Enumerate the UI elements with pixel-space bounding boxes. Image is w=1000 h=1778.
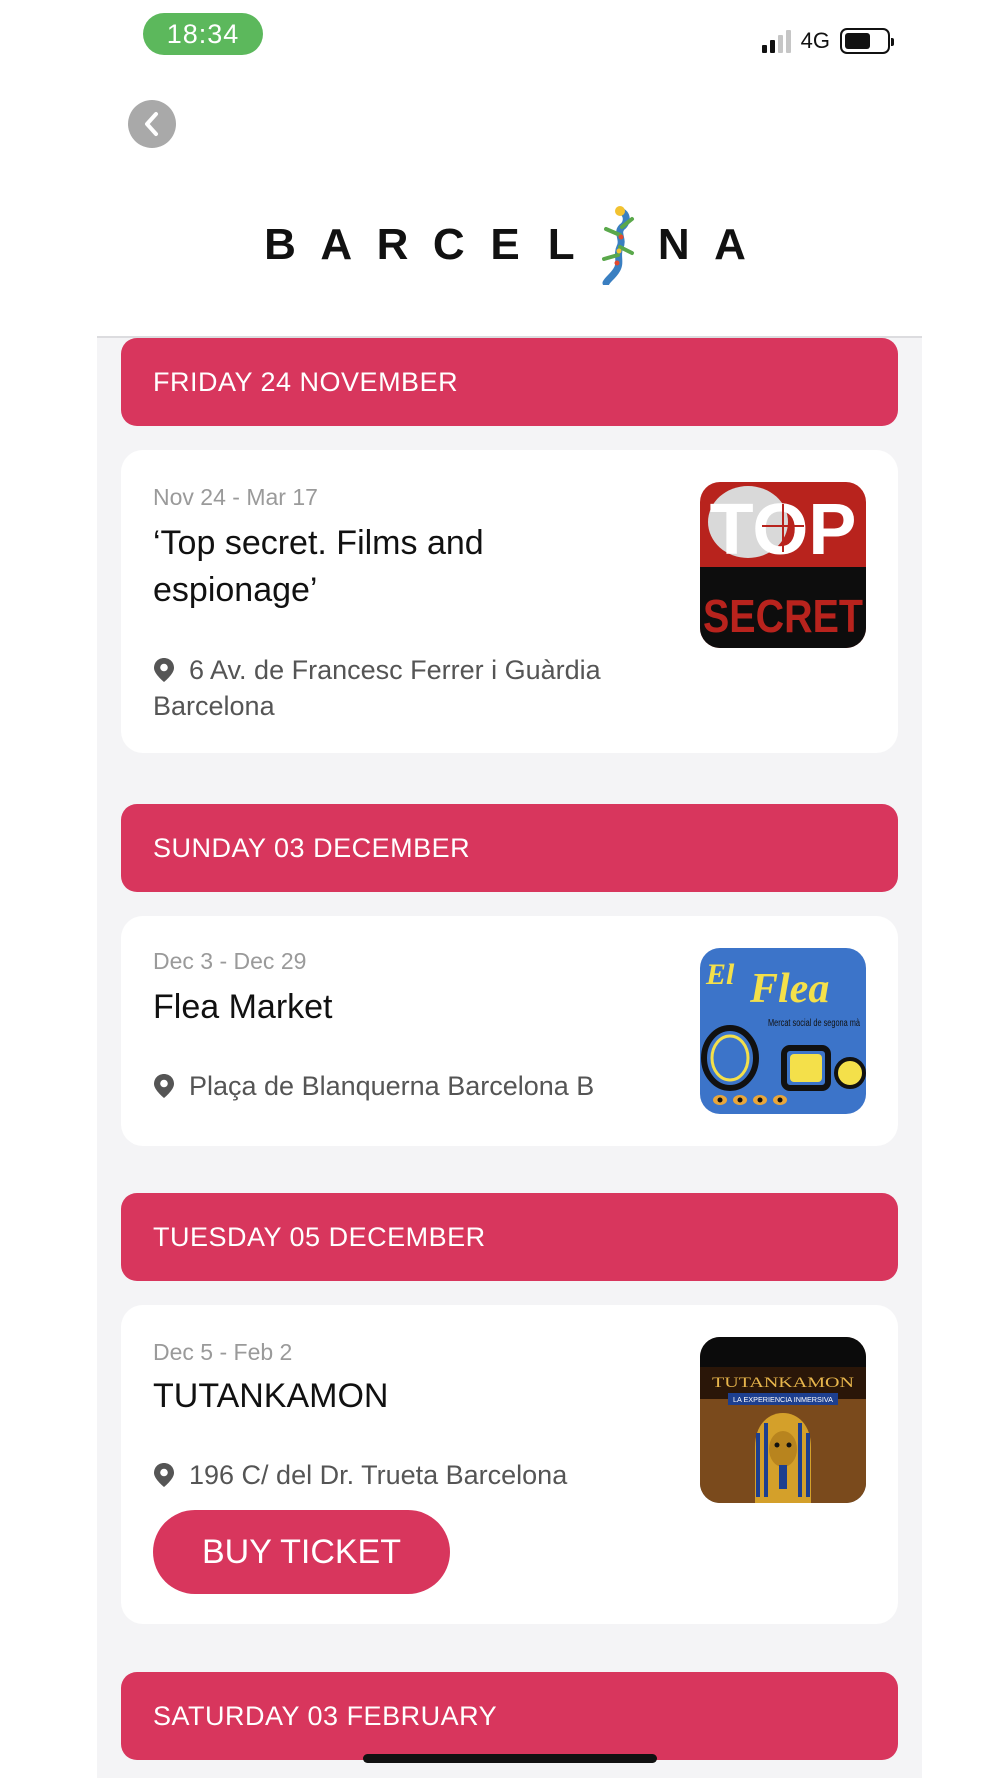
event-dates: Nov 24 - Mar 17 [153, 484, 318, 510]
logo-letter: E [490, 220, 520, 269]
event-card-tutankamon[interactable]: Dec 5 - Feb 2 TUTANKAMON 196 C/ del Dr. … [121, 1305, 898, 1624]
logo-letter: L [547, 220, 575, 269]
event-title: TUTANKAMON [153, 1377, 389, 1415]
chevron-left-icon [145, 112, 158, 136]
logo-letter: B [264, 220, 296, 269]
location-pin-icon [154, 1074, 174, 1098]
event-title: Flea Market [153, 988, 333, 1026]
event-location: 6 Av. de Francesc Ferrer i Guàrdia Barce… [153, 652, 653, 724]
poster-text-secret: SECRET [703, 590, 863, 642]
status-time: 18:34 [143, 13, 263, 55]
event-card-top-secret[interactable]: Nov 24 - Mar 17 ‘Top secret. Films and e… [121, 450, 898, 753]
event-location: Plaça de Blanquerna Barcelona B [153, 1068, 653, 1104]
buy-ticket-button[interactable]: BUY TICKET [153, 1510, 450, 1594]
back-button[interactable] [128, 100, 176, 148]
tutankamon-poster: TUTANKAMON LA EXPERIENCIA INMERSIVA [700, 1337, 866, 1503]
event-location-text: 6 Av. de Francesc Ferrer i Guàrdia Barce… [153, 655, 601, 721]
poster-text-title: TUTANKAMON [712, 1375, 854, 1391]
poster-text-el: El [705, 958, 735, 991]
event-list[interactable]: FRIDAY 24 NOVEMBER Nov 24 - Mar 17 ‘Top … [97, 336, 922, 1778]
event-location-text: 196 C/ del Dr. Trueta Barcelona [189, 1460, 568, 1490]
date-header: SATURDAY 03 FEBRUARY [121, 1672, 898, 1760]
poster-text-subtitle: Mercat social de segona mà [768, 1018, 860, 1029]
poster-text-flea: Flea [749, 966, 829, 1012]
logo-letter: R [376, 220, 409, 269]
event-location-text: Plaça de Blanquerna Barcelona B [189, 1071, 595, 1101]
logo-letter: N [657, 220, 690, 269]
status-indicators: 4G [761, 26, 894, 56]
date-header: TUESDAY 05 DECEMBER [121, 1193, 898, 1281]
logo-letter: A [320, 220, 353, 269]
event-thumbnail[interactable]: El Flea Mercat social de segona mà [700, 948, 866, 1114]
flea-market-poster: El Flea Mercat social de segona mà [700, 948, 866, 1114]
gecko-icon [601, 206, 634, 285]
network-type: 4G [800, 28, 830, 53]
event-dates: Dec 3 - Dec 29 [153, 948, 307, 974]
event-dates: Dec 5 - Feb 2 [153, 1339, 293, 1365]
event-thumbnail[interactable]: TUTANKAMON LA EXPERIENCIA INMERSIVA [700, 1337, 866, 1503]
event-location: 196 C/ del Dr. Trueta Barcelona [153, 1457, 653, 1493]
location-pin-icon [154, 658, 174, 682]
event-thumbnail[interactable]: TOP SECRET [700, 482, 866, 648]
battery-icon [840, 28, 894, 54]
barcelona-logo: B A R C E L N A [260, 205, 750, 285]
home-indicator[interactable] [363, 1754, 657, 1763]
signal-icon [761, 29, 791, 53]
top-secret-poster: TOP SECRET [700, 482, 866, 648]
event-title: ‘Top secret. Films and espionage’ [153, 524, 484, 609]
poster-text-subtitle: LA EXPERIENCIA INMERSIVA [733, 1397, 833, 1404]
date-header: FRIDAY 24 NOVEMBER [121, 338, 898, 426]
location-pin-icon [154, 1463, 174, 1487]
logo-letter: A [714, 220, 746, 269]
logo-letter: C [432, 220, 465, 269]
event-card-flea-market[interactable]: Dec 3 - Dec 29 Flea Market Plaça de Blan… [121, 916, 898, 1146]
date-header: SUNDAY 03 DECEMBER [121, 804, 898, 892]
